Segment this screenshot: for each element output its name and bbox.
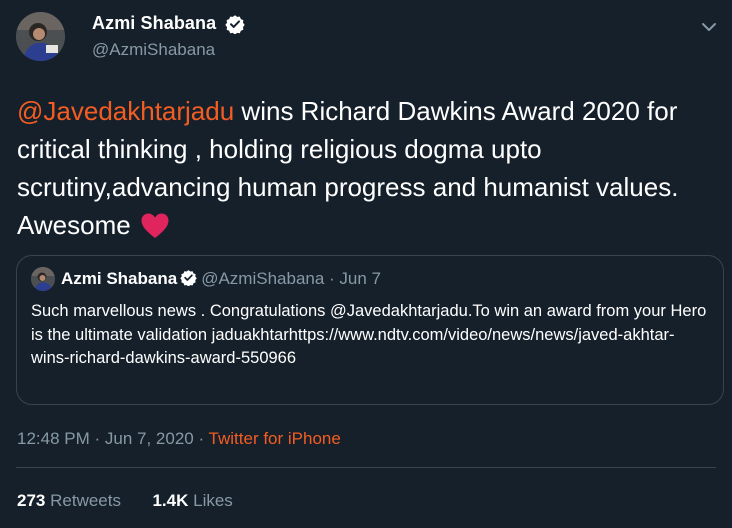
tweet-meta: 12:48 PM · Jun 7, 2020 · Twitter for iPh…: [17, 429, 341, 449]
likes-label: Likes: [193, 491, 233, 510]
quoted-text: Such marvellous news . Congratulations @…: [31, 302, 707, 367]
likes-count: 1.4K: [152, 491, 189, 510]
retweets-count: 273: [17, 491, 46, 510]
author-display-name[interactable]: Azmi Shabana: [92, 13, 216, 34]
tweet: Azmi Shabana @AzmiShabana @Javedakhtarja…: [0, 0, 732, 528]
separator-dot: ·: [193, 429, 209, 448]
author-avatar[interactable]: [16, 12, 65, 61]
engagement-stats: 273 Retweets 1.4K Likes: [17, 491, 233, 511]
quoted-header: Azmi Shabana @AzmiShabana · Jun 7: [61, 269, 381, 289]
mention-link[interactable]: @Javedakhtarjadu: [17, 96, 234, 126]
quoted-author-avatar[interactable]: [31, 267, 55, 291]
tweet-source-link[interactable]: Twitter for iPhone: [209, 429, 341, 448]
author-handle[interactable]: @AzmiShabana: [92, 40, 245, 60]
separator-dot: ·: [324, 269, 340, 288]
quoted-display-name[interactable]: Azmi Shabana: [61, 269, 177, 288]
heart-icon: [140, 212, 170, 240]
retweets-stat[interactable]: 273 Retweets: [17, 491, 121, 510]
tweet-time[interactable]: 12:48 PM: [17, 429, 90, 448]
verified-icon: [180, 269, 197, 287]
tweet-text: @Javedakhtarjadu wins Richard Dawkins Aw…: [17, 92, 717, 244]
tweet-date[interactable]: Jun 7, 2020: [105, 429, 194, 448]
likes-stat[interactable]: 1.4K Likes: [152, 491, 232, 510]
quoted-tweet[interactable]: Azmi Shabana @AzmiShabana · Jun 7 Such ma…: [16, 255, 724, 405]
quoted-handle[interactable]: @AzmiShabana: [201, 269, 324, 288]
divider: [16, 467, 716, 468]
caret-down-icon[interactable]: [700, 18, 718, 36]
retweets-label: Retweets: [50, 491, 121, 510]
quoted-date[interactable]: Jun 7: [339, 269, 381, 288]
tweet-header: Azmi Shabana @AzmiShabana: [92, 13, 245, 60]
separator-dot: ·: [89, 429, 105, 448]
verified-icon: [225, 14, 245, 35]
